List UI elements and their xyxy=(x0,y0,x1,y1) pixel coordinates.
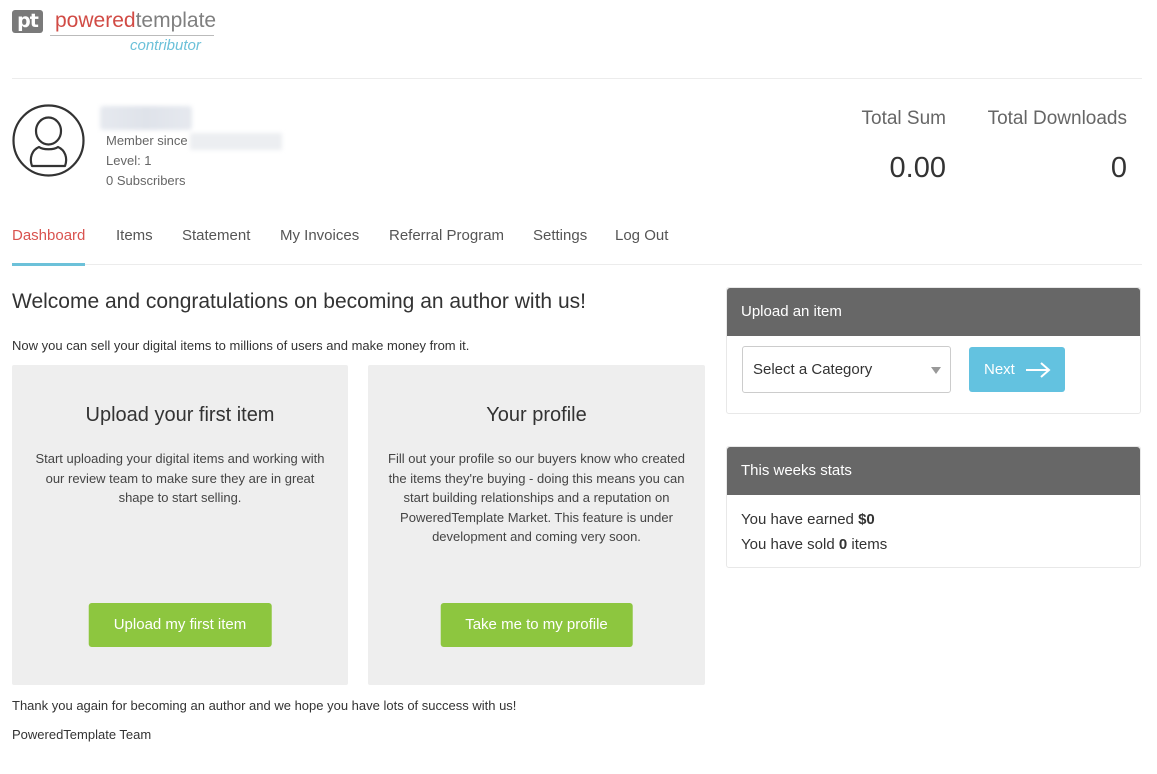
user-circle-icon xyxy=(12,104,85,177)
total-sum-label: Total Sum xyxy=(861,108,946,129)
weekly-stats-body: You have earned $0 You have sold 0 items xyxy=(727,495,1140,569)
logo[interactable]: pt poweredtemplate contributor xyxy=(12,9,222,59)
profile-meta: Member since Level: 1 0 Subscribers xyxy=(106,131,282,191)
upload-first-item-button[interactable]: Upload my first item xyxy=(88,603,272,647)
tab-dashboard[interactable]: Dashboard xyxy=(12,225,86,266)
panel-title: This weeks stats xyxy=(727,447,1140,495)
card-title: Upload your first item xyxy=(85,404,275,426)
card-text: Fill out your profile so our buyers know… xyxy=(388,451,685,544)
username-redacted xyxy=(100,106,192,130)
tab-statement[interactable]: Statement xyxy=(182,225,250,265)
earned-line: You have earned $0 xyxy=(741,507,1126,532)
logo-mark: pt xyxy=(12,10,43,33)
upload-first-item-card: Upload your first item Start uploading y… xyxy=(12,365,348,685)
main-nav: Dashboard Items Statement My Invoices Re… xyxy=(12,225,1142,266)
welcome-heading: Welcome and congratulations on becoming … xyxy=(12,290,586,313)
logo-underline xyxy=(50,35,214,36)
tab-items[interactable]: Items xyxy=(116,225,153,265)
panel-title: Upload an item xyxy=(727,288,1140,336)
card-title: Your profile xyxy=(486,404,587,426)
signature: PoweredTemplate Team xyxy=(12,727,152,742)
logo-subtitle: contributor xyxy=(130,37,201,54)
your-profile-card: Your profile Fill out your profile so ou… xyxy=(368,365,705,685)
weekly-stats-panel: This weeks stats You have earned $0 You … xyxy=(726,446,1141,568)
tab-log-out[interactable]: Log Out xyxy=(615,225,668,265)
next-label: Next xyxy=(984,361,1015,378)
outro-text: Thank you again for becoming an author a… xyxy=(12,698,517,713)
total-downloads-label: Total Downloads xyxy=(987,108,1127,129)
sold-line: You have sold 0 items xyxy=(741,532,1126,557)
header-divider xyxy=(12,78,1142,79)
caret-down-icon xyxy=(931,367,941,374)
card-text: Start uploading your digital items and w… xyxy=(35,451,325,505)
earned-value: $0 xyxy=(858,511,875,528)
category-select-value: Select a Category xyxy=(753,361,873,378)
sold-suffix: items xyxy=(851,536,888,553)
sold-label: You have sold xyxy=(741,536,835,553)
total-sum-value: 0.00 xyxy=(889,152,946,184)
sold-value: 0 xyxy=(838,536,848,553)
logo-template: template xyxy=(135,9,217,32)
earned-label: You have earned xyxy=(741,511,854,528)
member-since: Member since xyxy=(106,131,282,151)
next-button[interactable]: Next xyxy=(969,347,1065,392)
tab-referral-program[interactable]: Referral Program xyxy=(389,225,504,265)
subscribers-count: 0 Subscribers xyxy=(106,173,186,188)
total-sum-stat: Total Sum 0.00 xyxy=(862,107,946,185)
arrow-right-icon xyxy=(1026,362,1051,378)
category-select[interactable]: Select a Category xyxy=(742,346,951,393)
tab-settings[interactable]: Settings xyxy=(533,225,587,265)
member-since-date-redacted xyxy=(189,133,282,151)
tab-my-invoices[interactable]: My Invoices xyxy=(280,225,359,265)
logo-wordmark: poweredtemplate xyxy=(55,9,216,33)
member-since-label: Member since xyxy=(106,133,188,148)
intro-text: Now you can sell your digital items to m… xyxy=(12,338,470,353)
total-downloads-value: 0 xyxy=(1110,152,1127,184)
total-downloads-stat: Total Downloads 0 xyxy=(988,107,1127,185)
go-to-profile-button[interactable]: Take me to my profile xyxy=(440,603,633,647)
user-level: Level: 1 xyxy=(106,153,152,168)
logo-powered: powered xyxy=(55,9,136,32)
upload-item-panel: Upload an item Select a Category Next xyxy=(726,287,1141,414)
